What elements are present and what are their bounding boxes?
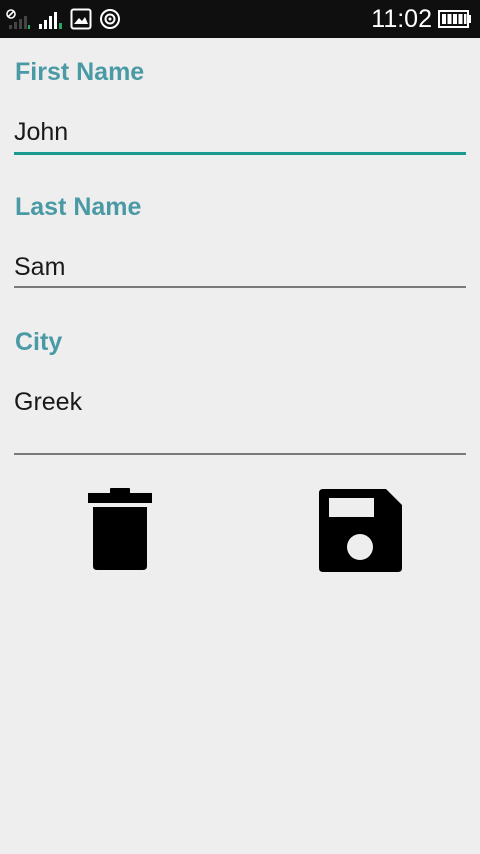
first-name-input[interactable]: John: [14, 117, 68, 147]
battery-icon: [438, 10, 471, 28]
city-input[interactable]: Greek: [14, 387, 82, 417]
delete-button[interactable]: [82, 484, 158, 574]
status-icons-left: [6, 7, 122, 31]
clock: 11:02: [371, 5, 432, 33]
trash-icon: [88, 487, 152, 570]
save-button[interactable]: [316, 486, 404, 574]
no-sim-icon: [6, 9, 30, 29]
first-name-underline: [14, 152, 466, 155]
first-name-label: First Name: [15, 58, 145, 86]
last-name-underline: [14, 286, 466, 288]
status-icons-right: 11:02: [371, 4, 472, 34]
city-underline: [14, 453, 466, 455]
city-label: City: [15, 328, 63, 356]
floppy-disk-icon: [318, 488, 402, 572]
last-name-label: Last Name: [15, 193, 142, 221]
last-name-input[interactable]: Sam: [14, 252, 65, 282]
signal-icon: [39, 12, 62, 29]
sync-icon: [100, 9, 120, 29]
status-bar: 11:02: [0, 0, 480, 38]
image-notification-icon: [70, 8, 92, 30]
